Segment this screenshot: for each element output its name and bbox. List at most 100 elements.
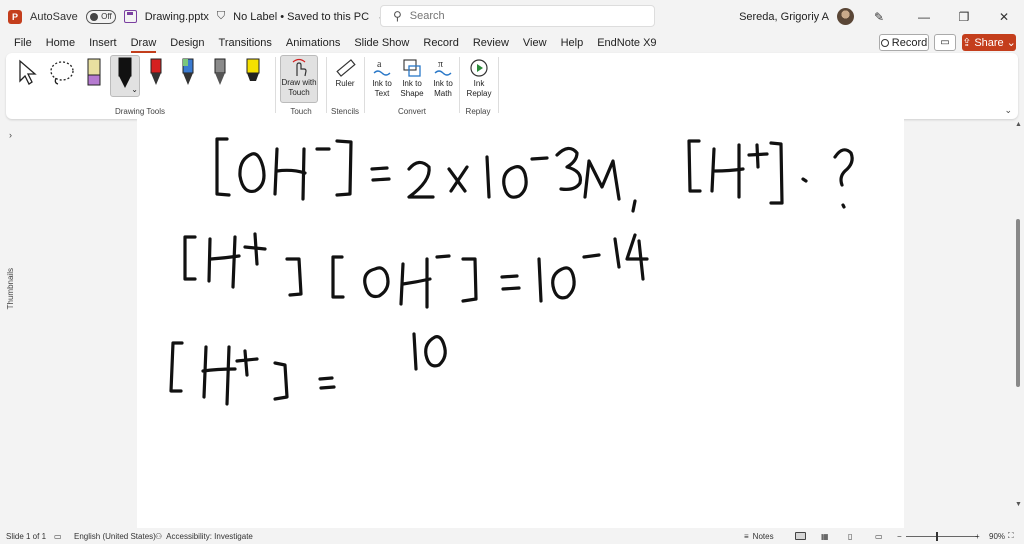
- expand-thumbnails-icon[interactable]: ›: [9, 130, 12, 140]
- tab-insert[interactable]: Insert: [82, 33, 124, 53]
- notes-button[interactable]: ≡ Notes: [744, 528, 774, 544]
- scroll-down-icon[interactable]: ▼: [1015, 501, 1022, 508]
- pencil-icon: [214, 58, 226, 85]
- lasso-icon: [50, 61, 74, 85]
- ink-to-math-button[interactable]: π Ink to Math: [429, 57, 457, 99]
- ruler-label: Ruler: [335, 79, 355, 88]
- thumbnails-label[interactable]: Thumbnails: [6, 268, 15, 309]
- pen-icon: [182, 58, 194, 85]
- tab-transitions[interactable]: Transitions: [212, 33, 279, 53]
- tab-design[interactable]: Design: [163, 33, 211, 53]
- ink-replay-button[interactable]: Ink Replay: [464, 57, 494, 99]
- collapse-ribbon-icon[interactable]: ⌄: [1004, 105, 1012, 116]
- scrollbar-thumb[interactable]: [1016, 219, 1020, 387]
- highlighter-icon: [87, 58, 101, 86]
- close-button[interactable]: ✕: [984, 0, 1024, 33]
- group-label-touch: Touch: [290, 107, 312, 116]
- highlighter-yellow-button[interactable]: [244, 57, 262, 91]
- draw-with-touch-label: Draw with Touch: [281, 78, 317, 97]
- slide-sorter-button[interactable]: ▦: [821, 528, 829, 544]
- accessibility-label: Accessibility: Investigate: [166, 531, 253, 541]
- pen-red-button[interactable]: [148, 57, 164, 91]
- ruler-button[interactable]: Ruler: [331, 57, 359, 89]
- tab-record[interactable]: Record: [416, 33, 465, 53]
- accessibility-icon: ⚇: [155, 531, 163, 541]
- search-icon: ⚲: [393, 9, 402, 23]
- tab-help[interactable]: Help: [554, 33, 591, 53]
- normal-view-button[interactable]: [795, 528, 806, 544]
- avatar[interactable]: [836, 8, 854, 25]
- zoom-track: [906, 531, 978, 541]
- autosave-toggle[interactable]: Off: [85, 9, 116, 24]
- group-label-stencils: Stencils: [330, 107, 359, 116]
- lasso-select-button[interactable]: [48, 59, 76, 87]
- record-icon: [880, 38, 889, 47]
- draw-with-touch-button[interactable]: Draw with Touch: [280, 55, 318, 103]
- group-touch: Draw with Touch Touch: [276, 53, 326, 119]
- chevron-down-icon[interactable]: ⌄: [131, 85, 138, 95]
- tab-file[interactable]: File: [7, 33, 39, 53]
- vertical-scrollbar[interactable]: ▲ ▼: [1013, 119, 1024, 528]
- zoom-slider[interactable]: [906, 528, 978, 544]
- zoom-thumb[interactable]: [936, 531, 938, 541]
- tab-animations[interactable]: Animations: [279, 33, 347, 53]
- search-input[interactable]: [409, 10, 630, 22]
- zoom-out-button[interactable]: −: [897, 528, 902, 544]
- language-indicator[interactable]: English (United States): [74, 528, 156, 544]
- ribbon-tabs: File Home Insert Draw Design Transitions…: [0, 33, 1024, 53]
- ink-to-text-button[interactable]: a Ink to Text: [369, 57, 395, 99]
- tab-slide-show[interactable]: Slide Show: [347, 33, 416, 53]
- fit-to-window-icon[interactable]: ⛶: [1008, 528, 1014, 544]
- chevron-down-icon: ⌄: [1006, 37, 1016, 49]
- comments-button[interactable]: ▭: [934, 34, 956, 51]
- zoom-level[interactable]: 90%: [989, 528, 1005, 544]
- svg-text:π: π: [438, 59, 443, 70]
- ink-to-text-label: Ink to Text: [372, 79, 392, 98]
- notes-label: Notes: [752, 531, 774, 541]
- comment-icon: ▭: [940, 37, 950, 48]
- record-label: Record: [891, 36, 928, 49]
- highlighter-beige-button[interactable]: [86, 57, 102, 89]
- accessibility-status[interactable]: ⚇ Accessibility: Investigate: [155, 528, 253, 544]
- ink-to-math-icon: π: [434, 59, 452, 76]
- autosave-label: AutoSave: [30, 10, 78, 23]
- ink-drawing[interactable]: [137, 119, 904, 528]
- user-name[interactable]: Sereda, Grigoriy A: [739, 11, 829, 23]
- touch-hand-icon: [292, 58, 307, 77]
- pen-galaxy-button[interactable]: [180, 57, 196, 91]
- ink-to-shape-button[interactable]: Ink to Shape: [398, 57, 426, 99]
- ink-replay-label: Ink Replay: [466, 79, 492, 98]
- group-stencils: Ruler Stencils: [327, 53, 363, 119]
- share-button[interactable]: ⇪ Share ⌄: [962, 34, 1016, 51]
- save-icon[interactable]: [123, 10, 137, 23]
- select-tool-button[interactable]: [16, 59, 38, 87]
- slide-counter: Slide 1 of 1: [6, 531, 47, 541]
- designer-pen-icon[interactable]: ✎: [874, 10, 884, 24]
- restore-button[interactable]: ❐: [944, 0, 984, 33]
- tab-endnote[interactable]: EndNote X9: [590, 33, 663, 53]
- group-label-drawing-tools: Drawing Tools: [114, 107, 166, 116]
- group-drawing-tools: ⌄ Drawing Tools: [6, 53, 274, 119]
- tab-review[interactable]: Review: [466, 33, 516, 53]
- reading-view-icon: ▯: [848, 531, 853, 541]
- slide-show-button[interactable]: ▭: [875, 528, 883, 544]
- tab-view[interactable]: View: [516, 33, 554, 53]
- ink-to-shape-icon: [403, 59, 421, 77]
- zoom-in-button[interactable]: +: [975, 528, 980, 544]
- spelling-icon[interactable]: ▭: [54, 528, 62, 544]
- pen-black-button[interactable]: ⌄: [110, 55, 140, 97]
- tab-home[interactable]: Home: [39, 33, 82, 53]
- tab-draw[interactable]: Draw: [124, 33, 164, 53]
- search-box[interactable]: ⚲: [380, 5, 655, 27]
- slide-sorter-icon: ▦: [821, 531, 829, 541]
- record-button[interactable]: Record: [879, 34, 929, 51]
- label-status[interactable]: No Label • Saved to this PC: [233, 11, 369, 23]
- status-bar: Slide 1 of 1 ▭ English (United States) ⚇…: [0, 528, 1024, 544]
- pencil-gray-button[interactable]: [212, 57, 228, 91]
- file-name[interactable]: Drawing.pptx: [145, 11, 209, 23]
- normal-view-icon: [795, 532, 806, 540]
- scroll-up-icon[interactable]: ▲: [1015, 121, 1022, 128]
- reading-view-button[interactable]: ▯: [848, 528, 852, 544]
- slide-canvas[interactable]: [137, 119, 904, 528]
- minimize-button[interactable]: —: [904, 0, 944, 33]
